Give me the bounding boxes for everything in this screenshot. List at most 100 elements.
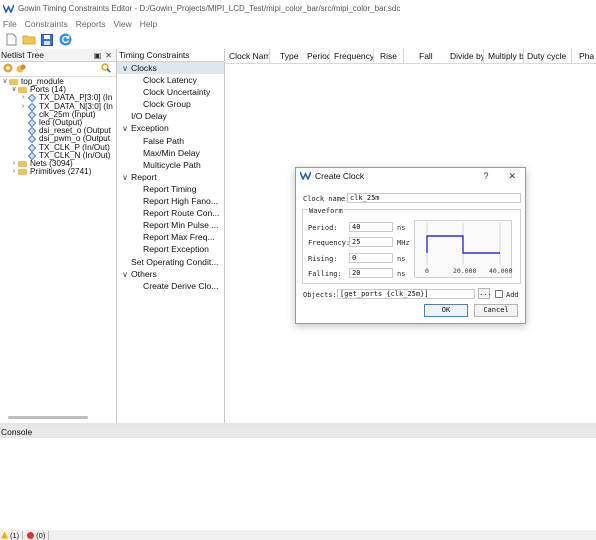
constraint-item[interactable]: False Path xyxy=(117,135,224,147)
cancel-button[interactable]: Cancel xyxy=(474,304,518,317)
clock-waveform xyxy=(426,235,500,254)
constraint-label: Report Timing xyxy=(143,183,197,194)
netlist-tree-item[interactable]: › TX_DATA_N[3:0] (In xyxy=(0,102,116,111)
constraint-item[interactable]: Multicycle Path xyxy=(117,159,224,171)
falling-input[interactable]: 20 xyxy=(349,268,393,278)
period-unit: ns xyxy=(397,224,406,232)
close-icon[interactable]: ✕ xyxy=(105,51,112,60)
chevron-down-icon[interactable]: ∨ xyxy=(119,123,131,134)
netlist-tree-item[interactable]: led (Output) xyxy=(0,118,116,128)
netlist-toolbar xyxy=(0,62,116,77)
constraint-item[interactable]: Report Timing xyxy=(117,183,224,195)
warnings-indicator[interactable]: (1) xyxy=(1,530,24,540)
constraint-item[interactable]: Report Exception xyxy=(117,243,224,255)
title-bar: Gowin Timing Constraints Editor - D:/Gow… xyxy=(0,0,596,17)
column-frequency[interactable]: Frequency xyxy=(330,48,374,64)
column-multiply-by[interactable]: Multiply by xyxy=(484,48,524,64)
open-folder-icon[interactable] xyxy=(22,33,36,47)
constraint-label: Exception xyxy=(131,123,169,134)
constraint-item[interactable]: Report Route Con... xyxy=(117,207,224,219)
browse-button[interactable]: ... xyxy=(478,288,492,299)
netlist-tree-item[interactable]: dsi_pwm_o (Output xyxy=(0,135,116,144)
netlist-tree-item[interactable]: › Nets (3094) xyxy=(0,160,116,168)
column-fall[interactable]: Fall xyxy=(404,49,446,64)
constraint-item[interactable]: Report Max Freq... xyxy=(117,231,224,243)
rising-input[interactable]: 0 xyxy=(349,253,393,263)
ok-button[interactable]: OK xyxy=(424,304,468,317)
constraint-item[interactable]: Max/Min Delay xyxy=(117,147,224,159)
constraint-item[interactable]: ∨ Exception xyxy=(117,122,224,134)
menu-bar: File Constraints Reports View Help xyxy=(0,17,596,31)
constraint-item[interactable]: ∨ Report xyxy=(117,171,224,183)
constraint-item[interactable]: I/O Delay xyxy=(117,110,224,122)
column-duty-cycle[interactable]: Duty cycle xyxy=(524,48,572,64)
window-title: Gowin Timing Constraints Editor - D:/Gow… xyxy=(18,4,401,13)
rising-label: Rising: xyxy=(308,255,338,263)
console-output[interactable] xyxy=(0,438,596,530)
close-button[interactable]: ✕ xyxy=(508,171,516,182)
errors-indicator[interactable]: (0) xyxy=(27,530,50,540)
undock-icon[interactable]: ▣ xyxy=(94,51,102,60)
netlist-tree-item[interactable]: › Primitives (2741) xyxy=(0,168,116,176)
menu-help[interactable]: Help xyxy=(137,19,162,29)
port-icon xyxy=(27,94,37,103)
menu-constraints[interactable]: Constraints xyxy=(22,19,73,29)
expand-arrow-icon[interactable]: › xyxy=(10,160,18,168)
netlist-tree-item[interactable]: ∨ top_module xyxy=(0,78,116,86)
constraint-item[interactable]: Clock Latency xyxy=(117,74,224,86)
expand-all-icon[interactable] xyxy=(3,63,13,75)
constraint-item[interactable]: Report Min Pulse ... xyxy=(117,219,224,231)
expand-arrow-icon[interactable]: › xyxy=(19,103,27,111)
netlist-header: Netlist Tree ▣ ✕ xyxy=(0,49,116,62)
expand-arrow-icon[interactable]: ∨ xyxy=(1,78,9,86)
folder-icon xyxy=(18,169,27,176)
folder-icon xyxy=(18,160,27,167)
netlist-tree-item[interactable]: dsi_reset_o (Output xyxy=(0,127,116,136)
expand-arrow-icon[interactable]: ∨ xyxy=(10,86,18,94)
chevron-down-icon[interactable]: ∨ xyxy=(119,172,131,183)
netlist-tree-item[interactable]: clk_25m (Input) xyxy=(0,110,116,119)
netlist-tree-item[interactable]: ∨ Ports (14) xyxy=(0,86,116,94)
graph-tick-0: 0 xyxy=(425,267,429,275)
expand-arrow-icon[interactable]: › xyxy=(19,94,27,102)
netlist-tree-item[interactable]: TX_CLK_P (In/Out) xyxy=(0,143,116,152)
constraint-item[interactable]: Clock Group xyxy=(117,98,224,110)
save-icon[interactable] xyxy=(40,33,54,47)
constraint-item[interactable]: ∨ Others xyxy=(117,268,224,280)
constraint-label: Report xyxy=(131,171,157,182)
collapse-all-icon[interactable] xyxy=(16,63,26,75)
new-file-icon[interactable] xyxy=(4,33,18,47)
column-phase[interactable]: Pha xyxy=(572,49,596,64)
refresh-icon[interactable] xyxy=(58,33,72,47)
constraint-item[interactable]: Create Derive Clo... xyxy=(117,280,224,292)
clock-name-label: Clock name: xyxy=(303,195,350,203)
netlist-tree-item[interactable]: › TX_DATA_P[3:0] (In xyxy=(0,94,116,103)
constraint-item[interactable]: Report High Fano... xyxy=(117,195,224,207)
constraint-item[interactable]: Clock Uncertainty xyxy=(117,86,224,98)
constraint-item[interactable]: Set Operating Condit... xyxy=(117,256,224,268)
period-input[interactable]: 40 xyxy=(349,222,393,232)
column-type[interactable]: Type xyxy=(270,49,300,64)
chevron-down-icon[interactable]: ∨ xyxy=(119,269,131,280)
menu-reports[interactable]: Reports xyxy=(73,19,111,29)
column-divide-by[interactable]: Divide by xyxy=(446,48,484,64)
column-clock-name[interactable]: Clock Nam xyxy=(226,48,270,64)
search-icon[interactable] xyxy=(101,63,111,75)
chevron-down-icon[interactable]: ∨ xyxy=(119,63,131,74)
column-rise[interactable]: Rise xyxy=(374,48,404,64)
help-button[interactable]: ? xyxy=(483,171,488,182)
menu-file[interactable]: File xyxy=(0,19,22,29)
netlist-horizontal-scrollbar[interactable] xyxy=(8,416,88,419)
column-period[interactable]: Period xyxy=(300,48,330,64)
frequency-input[interactable]: 25 xyxy=(349,237,393,247)
constraint-item[interactable]: ∨ Clocks xyxy=(117,62,224,75)
netlist-tree-label: Nets (3094) xyxy=(30,159,73,168)
menu-view[interactable]: View xyxy=(110,19,136,29)
constraints-panel: Timing Constraints ∨ Clocks Clock Latency C… xyxy=(117,49,225,423)
add-checkbox[interactable] xyxy=(495,290,503,298)
clock-name-input[interactable]: clk_25m xyxy=(347,193,521,203)
objects-input[interactable]: [get_ports {clk_25m}] xyxy=(337,289,475,299)
expand-arrow-icon[interactable]: › xyxy=(10,168,18,176)
port-icon xyxy=(27,110,37,119)
netlist-tree-item[interactable]: TX_CLK_N (In/Out) xyxy=(0,151,116,160)
